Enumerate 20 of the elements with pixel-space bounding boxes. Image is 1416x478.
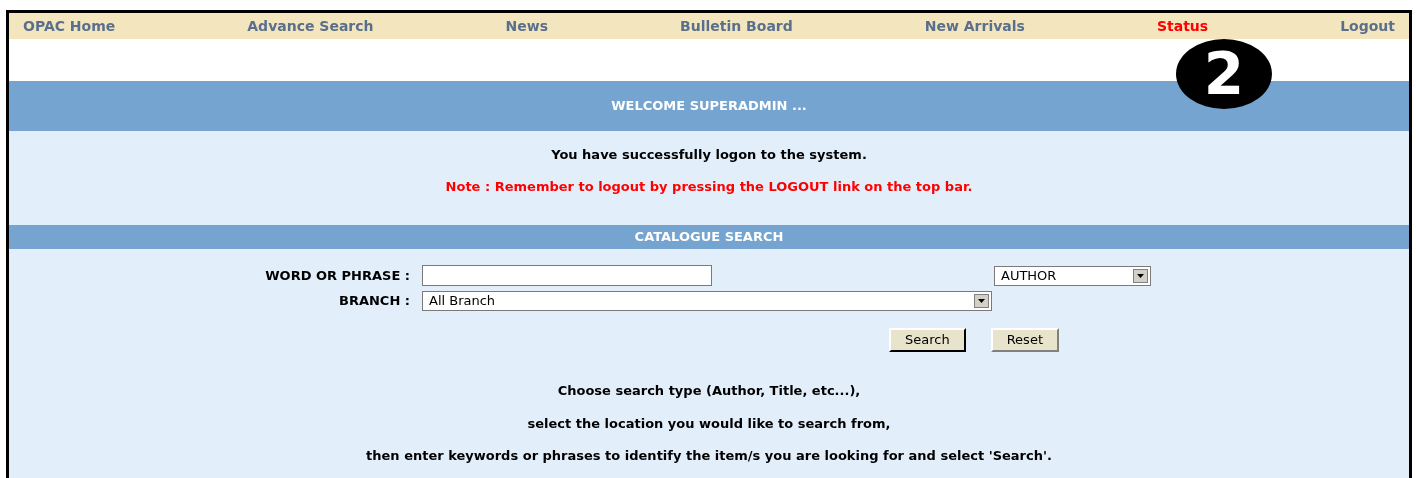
search-button[interactable]: Search: [889, 328, 966, 352]
catalogue-search-header: CATALOGUE SEARCH: [9, 225, 1409, 249]
nav-link[interactable]: Bulletin Board: [680, 15, 793, 37]
word-label: WORD OR PHRASE :: [264, 266, 411, 285]
nav-link[interactable]: News: [505, 15, 549, 37]
nav-link[interactable]: New Arrivals: [924, 15, 1025, 37]
nav-link[interactable]: OPAC Home: [23, 15, 116, 37]
logout-note: Note : Remember to logout by pressing the LOGOUT link on the top bar.: [445, 177, 973, 196]
help-text: select the location you would like to search from,: [527, 414, 891, 433]
help-text: then enter keywords or phrases to identify the item/s you are looking for and select 'Search'.: [366, 447, 1052, 465]
login-message: You have successfully logon to the system.: [551, 146, 867, 164]
word-input-field[interactable]: [422, 265, 712, 286]
nav-link[interactable]: Status: [1156, 15, 1209, 37]
branch-label: BRANCH :: [338, 292, 411, 311]
nav-link[interactable]: Logout: [1340, 15, 1395, 37]
help-text: Choose search type (Author, Title, etc...),: [557, 382, 861, 400]
reset-button[interactable]: Reset: [990, 328, 1059, 352]
branch-select[interactable]: All Branch: [422, 291, 992, 311]
search-type-select[interactable]: AUTHOR: [994, 265, 1151, 286]
nav-link[interactable]: Advance Search: [247, 15, 374, 37]
